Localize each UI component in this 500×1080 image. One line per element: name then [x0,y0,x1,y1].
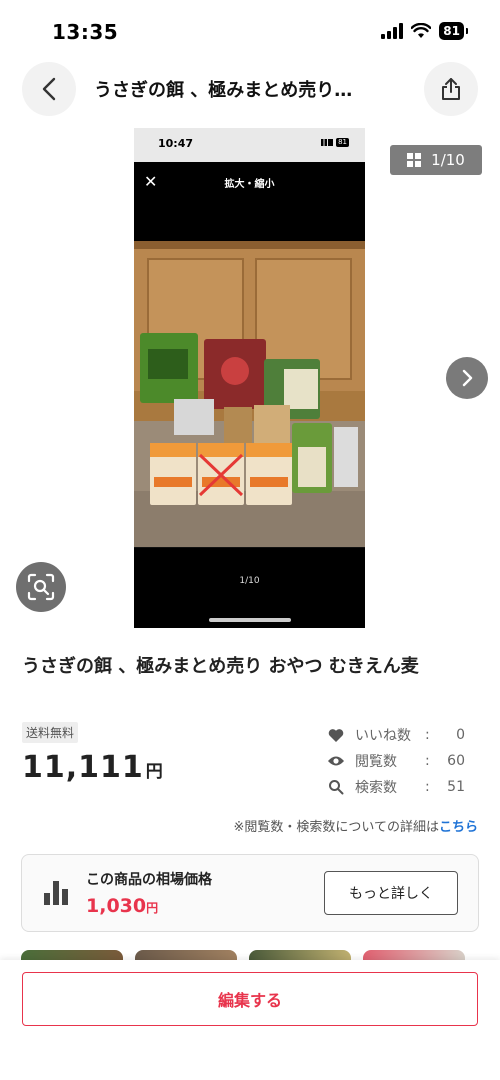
photo-inner-indicators: 81 [321,138,349,147]
bottom-action-bar: 編集する [0,960,500,1080]
status-icons: 81 [381,22,468,40]
back-button[interactable] [22,62,76,116]
product-photo-scene [134,241,365,547]
bar-chart-icon [44,881,68,905]
stat-label: 検索数 [355,780,397,796]
image-counter-badge[interactable]: 1/10 [390,145,482,175]
product-stats: いいね数 : 0 閲覧数 : 60 検索数 : 51 [326,722,466,800]
stats-note-text: ※閲覧数・検索数についての詳細は [233,820,439,835]
eye-icon [326,755,346,767]
stat-searches: 検索数 : 51 [326,774,466,800]
more-details-button[interactable]: もっと詳しく [324,871,458,915]
photo-inner-footer: 1/10 [134,548,365,628]
market-price-label: この商品の相場価格 [86,872,212,888]
product-title: うさぎの餌 、極みまとめ売り おやつ むきえん麦 [22,656,419,677]
stat-label: 閲覧数 [355,754,397,770]
next-image-button[interactable] [446,357,488,399]
photo-inner-gap [134,202,365,241]
price-value: 11,111 [22,750,144,785]
stat-value: 0 [456,727,465,743]
image-counter-label: 1/10 [431,151,465,169]
photo-inner-title: 拡大・縮小 [224,179,275,190]
photo-inner-header: ✕ 拡大・縮小 [134,162,365,202]
chevron-right-icon [462,369,473,387]
edit-button[interactable]: 編集する [22,972,478,1026]
share-icon [442,78,460,100]
photo-inner-home-indicator [209,618,291,622]
chevron-left-icon [42,77,56,101]
market-price-amount: 1,030 [86,895,147,917]
photo-inner-counter: 1/10 [239,576,260,586]
product-price: 11,111 円 [22,750,164,785]
product-photo[interactable]: 10:47 81 ✕ 拡大・縮小 1/10 [134,128,365,628]
signal-icon [381,23,404,39]
market-price-currency: 円 [146,901,159,915]
photo-inner-battery: 81 [336,138,349,147]
share-button[interactable] [424,62,478,116]
stat-colon: : [425,779,430,795]
stat-colon: : [425,727,430,743]
photo-inner-time: 10:47 [158,137,194,150]
stats-detail-link[interactable]: こちら [439,820,478,835]
page-title: うさぎの餌 、極みまとめ売り… [94,80,353,101]
price-currency: 円 [145,762,164,782]
free-shipping-badge: 送料無料 [22,722,79,743]
stat-value: 51 [447,779,465,795]
search-icon [326,779,346,795]
stat-value: 60 [447,753,465,769]
market-price-value: 1,030円 [86,895,158,917]
stat-colon: : [425,753,430,769]
visual-search-button[interactable] [16,562,66,612]
market-price-card: この商品の相場価格 1,030円 もっと詳しく [21,854,479,932]
stat-likes: いいね数 : 0 [326,722,466,748]
lens-search-icon [27,573,55,601]
wifi-icon [411,23,432,38]
battery-icon: 81 [439,22,468,40]
stats-note: ※閲覧数・検索数についての詳細はこちら [233,816,478,835]
heart-icon [326,728,346,743]
nav-header: うさぎの餌 、極みまとめ売り… [0,62,500,118]
status-bar: 13:35 81 [0,0,500,62]
grid-icon [407,153,422,167]
stat-label: いいね数 [355,728,411,744]
stat-views: 閲覧数 : 60 [326,748,466,774]
status-time: 13:35 [52,20,119,44]
photo-inner-status-bar: 10:47 81 [134,128,365,162]
